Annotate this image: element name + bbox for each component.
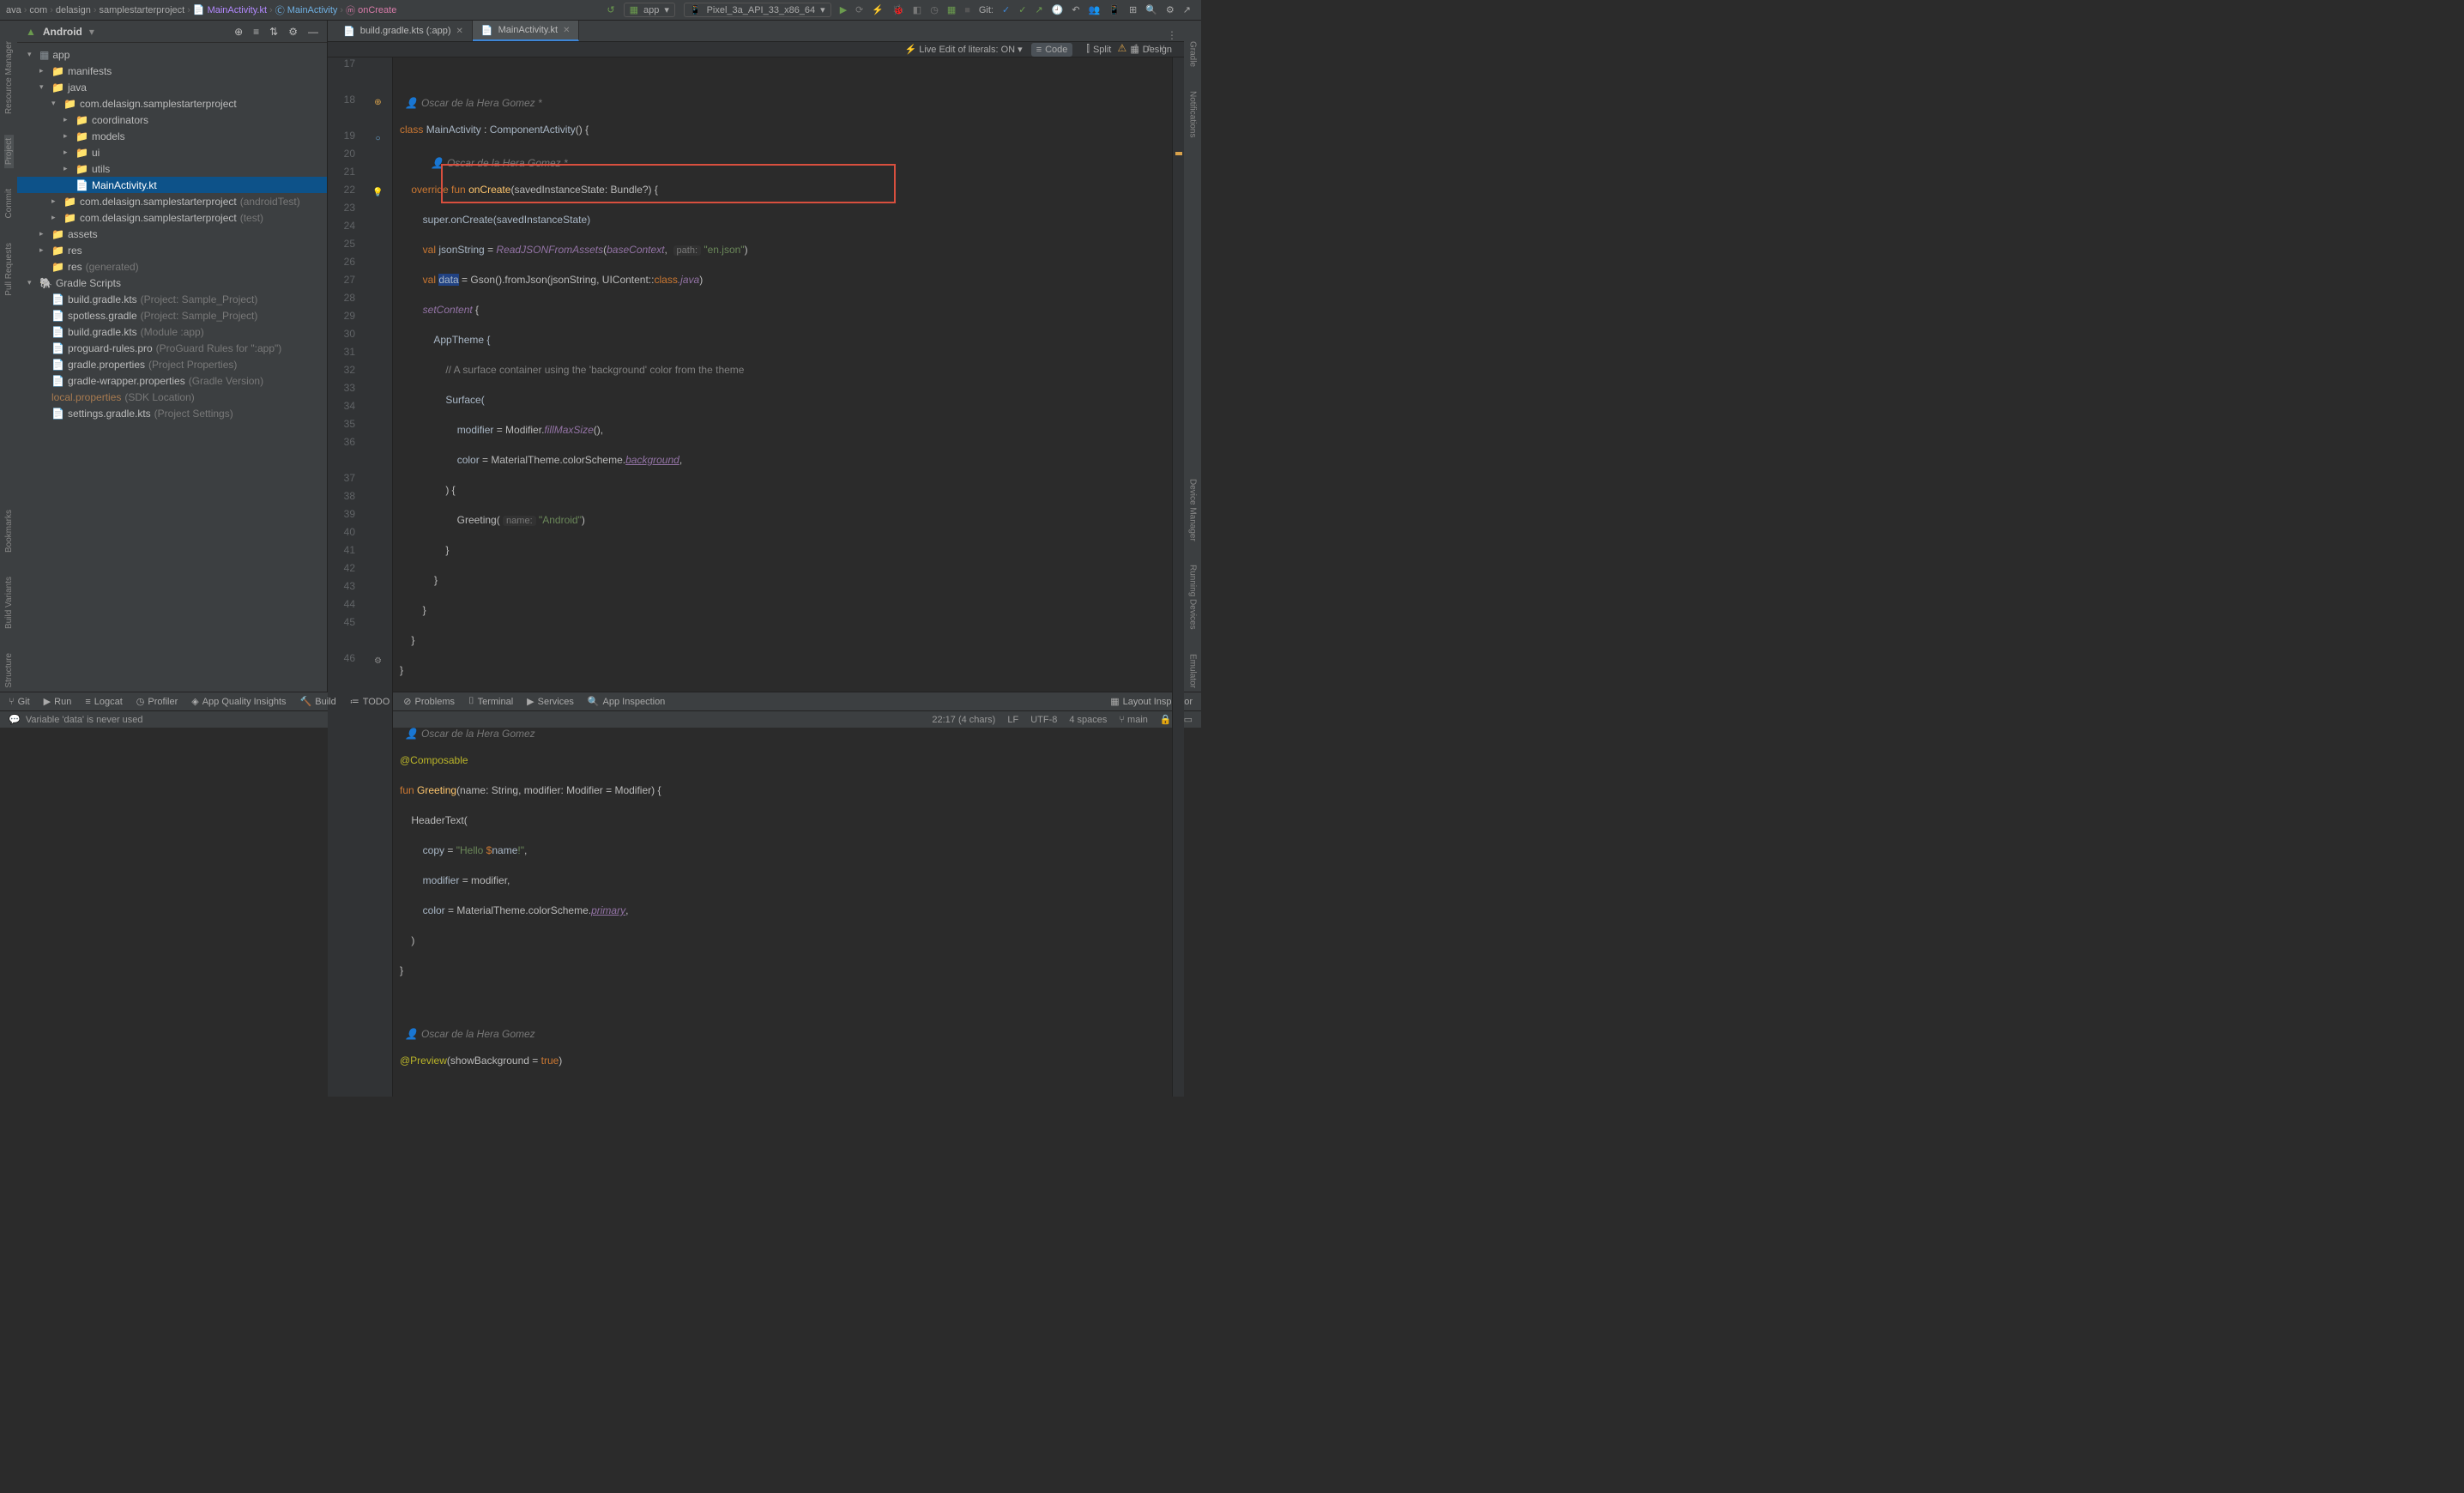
view-code-button[interactable]: ≡ Code bbox=[1031, 43, 1073, 57]
user-icon: 👤 bbox=[405, 1028, 418, 1040]
line-number-gutter[interactable]: 1718 19202122 23242526 27282930 31323334… bbox=[328, 57, 364, 1097]
breadcrumb-seg[interactable]: delasign bbox=[53, 5, 94, 15]
tab-build-gradle[interactable]: 📄build.gradle.kts (:app)✕ bbox=[335, 21, 473, 41]
android-icon: ▲ bbox=[26, 26, 36, 38]
stop-icon[interactable]: ■ bbox=[964, 5, 970, 15]
sync-icon[interactable]: ↺ bbox=[607, 4, 614, 15]
rerun-icon[interactable]: ⟳ bbox=[855, 4, 863, 15]
project-tab[interactable]: Project bbox=[4, 135, 14, 168]
minimize-icon[interactable]: — bbox=[308, 26, 318, 38]
emulator-tab[interactable]: Emulator bbox=[1188, 650, 1198, 692]
breadcrumb-seg[interactable]: com bbox=[27, 5, 50, 15]
tree-item-mainactivity[interactable]: 📄MainActivity.kt bbox=[17, 177, 327, 193]
tw-run[interactable]: ▶ Run bbox=[44, 696, 72, 707]
git-update-icon[interactable]: ✓ bbox=[1002, 4, 1010, 15]
tw-logcat[interactable]: ≡ Logcat bbox=[85, 697, 122, 707]
warning-marker[interactable] bbox=[1175, 152, 1182, 155]
run-class-icon[interactable]: ⊕ bbox=[364, 94, 392, 112]
breadcrumb-seg[interactable]: samplestarterproject bbox=[97, 5, 188, 15]
status-message: Variable 'data' is never used bbox=[26, 715, 143, 725]
structure-tab[interactable]: Structure bbox=[4, 650, 14, 692]
bulb-icon[interactable]: 💡 bbox=[364, 184, 392, 202]
device-mirror-icon[interactable]: 📱 bbox=[1108, 4, 1120, 15]
commit-tab[interactable]: Commit bbox=[4, 185, 14, 221]
attach-icon[interactable]: ▦ bbox=[947, 4, 956, 15]
gear-icon[interactable]: ⚙ bbox=[288, 26, 298, 38]
icon-gutter[interactable]: ⊕ ○ 💡 ⚙ bbox=[364, 57, 393, 1097]
code-with-me-icon[interactable]: 👥 bbox=[1089, 4, 1101, 15]
filter-icon[interactable]: ≡ bbox=[253, 26, 259, 38]
search-icon[interactable]: 🔍 bbox=[1145, 4, 1157, 15]
run-config-selector[interactable]: ▦app▾ bbox=[624, 3, 675, 17]
crosshair-icon[interactable]: ⊕ bbox=[234, 26, 243, 38]
tw-profiler[interactable]: ◷ Profiler bbox=[136, 696, 178, 707]
history-icon[interactable]: 🕘 bbox=[1052, 4, 1064, 15]
project-tree[interactable]: ▾▦app ▸📁manifests ▾📁java ▾📁com.delasign.… bbox=[17, 43, 327, 692]
navigation-bar: ava› com› delasign› samplestarterproject… bbox=[0, 0, 1201, 21]
more-icon[interactable]: ↗ bbox=[1183, 4, 1191, 15]
tw-build[interactable]: 🔨 Build bbox=[300, 696, 336, 707]
bookmarks-tab[interactable]: Bookmarks bbox=[4, 506, 14, 556]
profile-icon[interactable]: ◷ bbox=[930, 4, 939, 15]
left-tool-rail: Resource Manager Project Commit Pull Req… bbox=[0, 21, 17, 692]
notifications-tab[interactable]: Notifications bbox=[1188, 88, 1198, 141]
breadcrumb-seg[interactable]: ava bbox=[3, 5, 24, 15]
close-icon[interactable]: ✕ bbox=[563, 26, 570, 35]
preview-gear-icon[interactable]: ⚙ bbox=[364, 652, 392, 670]
device-manager-tab[interactable]: Device Manager bbox=[1188, 475, 1198, 545]
user-icon: 👤 bbox=[405, 728, 418, 740]
editor-area: 📄build.gradle.kts (:app)✕ 📄MainActivity.… bbox=[328, 21, 1184, 692]
user-icon: 👤 bbox=[405, 97, 418, 109]
right-tool-rail: Gradle Notifications Device Manager Runn… bbox=[1184, 21, 1201, 692]
editor-marker-rail[interactable] bbox=[1172, 57, 1184, 1097]
close-icon[interactable]: ✕ bbox=[456, 27, 462, 36]
coverage-icon[interactable]: ◧ bbox=[913, 4, 921, 15]
undo-icon[interactable]: ↶ bbox=[1072, 4, 1079, 15]
sort-icon[interactable]: ⇅ bbox=[269, 26, 278, 38]
tab-mainactivity[interactable]: 📄MainActivity.kt✕ bbox=[473, 21, 580, 41]
breadcrumb-method[interactable]: ⓜonCreate bbox=[343, 3, 399, 17]
inspect-up-icon[interactable]: ˄ bbox=[1146, 42, 1152, 54]
memory-indicator[interactable]: ▭ bbox=[1184, 714, 1193, 725]
git-push-icon[interactable]: ↗ bbox=[1035, 4, 1042, 15]
pull-requests-tab[interactable]: Pull Requests bbox=[4, 239, 14, 299]
build-variants-tab[interactable]: Build Variants bbox=[4, 573, 14, 632]
warning-icon[interactable]: ⚠ bbox=[1118, 42, 1127, 54]
running-devices-tab[interactable]: Running Devices bbox=[1188, 561, 1198, 633]
breadcrumb-file[interactable]: 📄MainActivity.kt bbox=[190, 4, 269, 15]
project-tool-window: ▲ Android ▾ ⊕ ≡ ⇅ ⚙ — ▾▦app ▸📁manifests … bbox=[17, 21, 328, 692]
debug-icon[interactable]: 🐞 bbox=[892, 4, 904, 15]
editor-tabs: 📄build.gradle.kts (:app)✕ 📄MainActivity.… bbox=[328, 21, 1184, 42]
inspect-down-icon[interactable]: ˅ bbox=[1159, 42, 1165, 54]
emulator-icon[interactable]: ⊞ bbox=[1129, 4, 1137, 15]
apply-changes-icon[interactable]: ⚡ bbox=[872, 4, 884, 15]
status-notification-icon[interactable]: 💬 bbox=[9, 714, 21, 725]
device-selector[interactable]: 📱Pixel_3a_API_33_x86_64▾ bbox=[684, 3, 831, 17]
user-icon: 👤 bbox=[431, 157, 444, 169]
code-editor[interactable]: ⚠1 ˄ ˅ 👤Oscar de la Hera Gomez * class M… bbox=[393, 57, 1172, 1097]
git-label: Git: bbox=[979, 5, 993, 15]
tw-aqi[interactable]: ◈ App Quality Insights bbox=[191, 696, 286, 707]
resource-manager-tab[interactable]: Resource Manager bbox=[4, 38, 14, 118]
tw-todo[interactable]: ≔ TODO bbox=[350, 696, 390, 707]
run-icon[interactable]: ▶ bbox=[840, 4, 847, 15]
git-commit-icon[interactable]: ✓ bbox=[1018, 4, 1026, 15]
tw-git[interactable]: ⑂ Git bbox=[9, 697, 30, 707]
settings-icon[interactable]: ⚙ bbox=[1166, 4, 1175, 15]
override-icon[interactable]: ○ bbox=[364, 130, 392, 148]
gradle-tab[interactable]: Gradle bbox=[1188, 38, 1198, 70]
breadcrumb-class[interactable]: ⒸMainActivity bbox=[273, 3, 341, 17]
sidebar-view-selector[interactable]: Android bbox=[43, 26, 82, 38]
live-edit-toggle[interactable]: ⚡ Live Edit of literals: ON ▾ bbox=[904, 44, 1022, 55]
